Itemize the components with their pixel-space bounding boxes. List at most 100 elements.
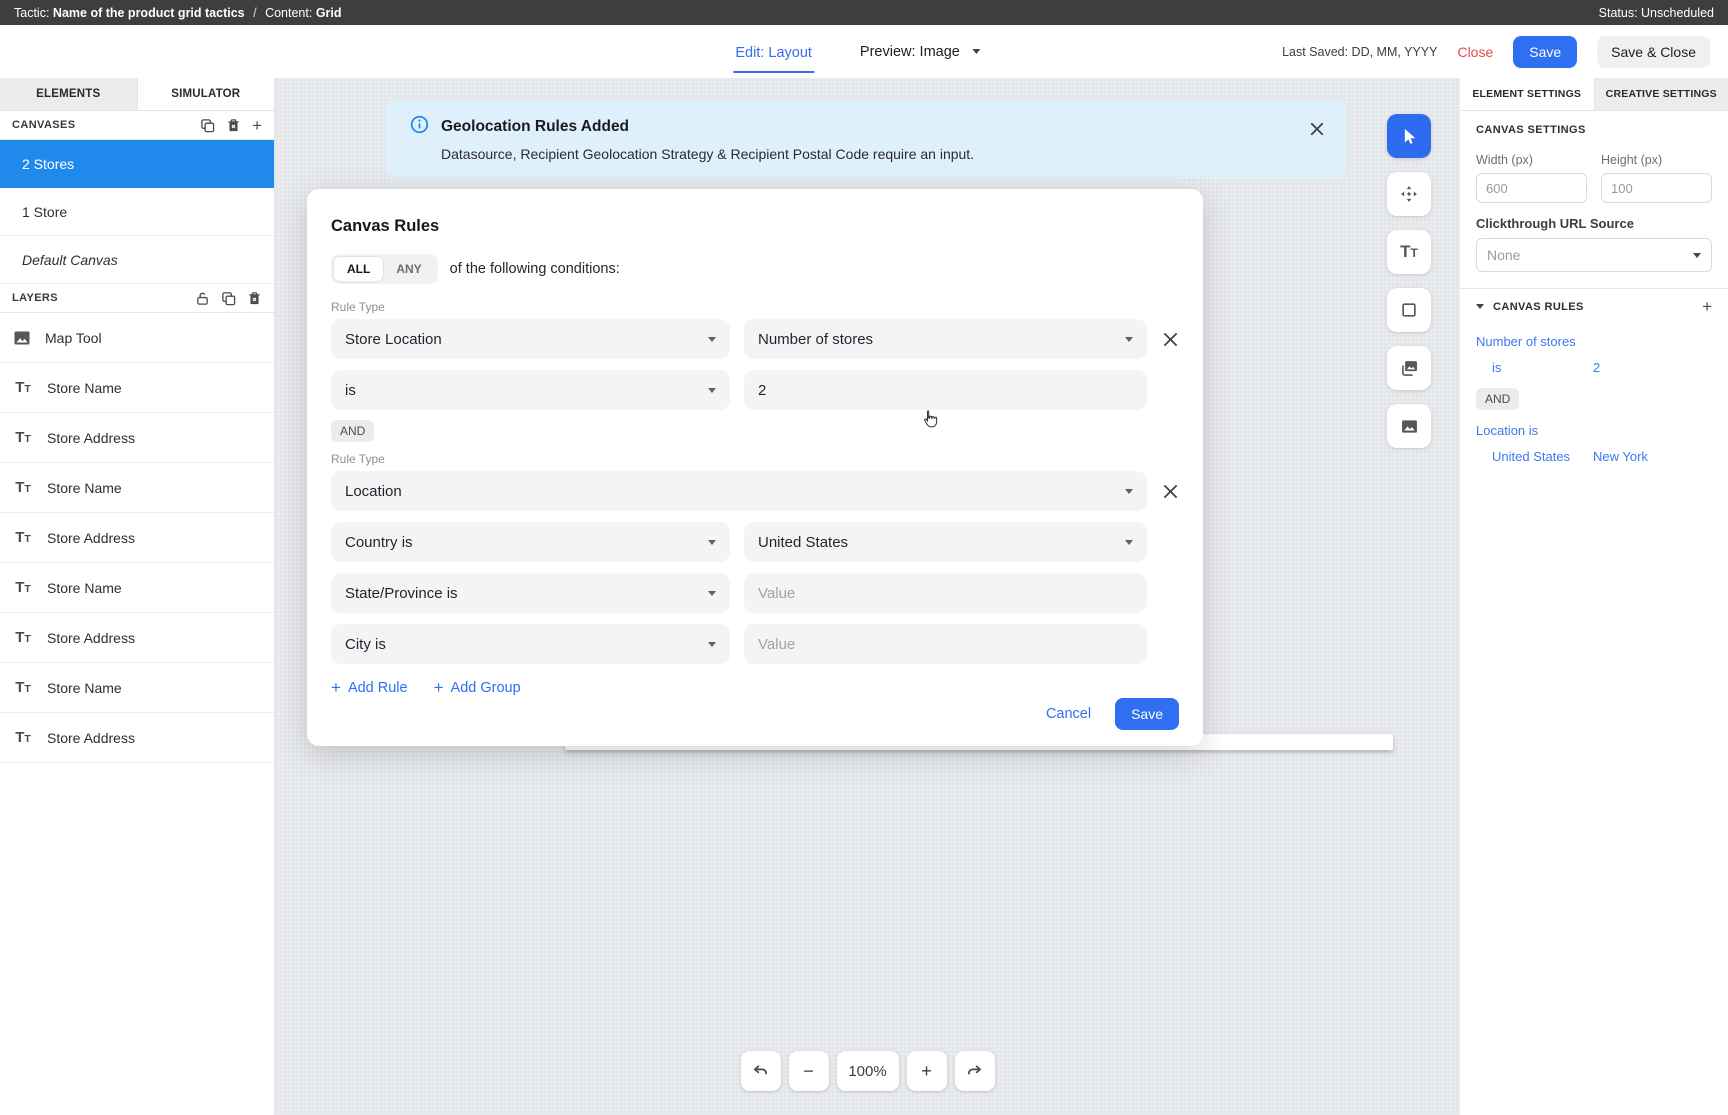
add-group-button[interactable]: + Add Group bbox=[434, 678, 521, 698]
chevron-down-icon bbox=[1693, 252, 1701, 258]
tactic-label: Tactic: bbox=[14, 5, 50, 20]
save-button[interactable]: Save bbox=[1513, 35, 1578, 68]
image-layers-icon bbox=[1401, 360, 1417, 376]
add-canvas-rule-icon[interactable]: + bbox=[1702, 298, 1712, 315]
banner-close-icon[interactable] bbox=[1310, 122, 1324, 136]
city-operator-dropdown[interactable]: City is bbox=[331, 624, 730, 664]
height-input[interactable] bbox=[1601, 173, 1712, 203]
zoom-in-button[interactable]: + bbox=[906, 1051, 947, 1091]
text-tool-button[interactable]: TT bbox=[1387, 230, 1431, 274]
redo-icon bbox=[968, 1064, 981, 1075]
layer-item-store-address[interactable]: TT Store Address bbox=[0, 513, 274, 563]
conjunction-badge: AND bbox=[1476, 388, 1520, 410]
zoom-level[interactable]: 100% bbox=[836, 1051, 899, 1091]
layers-title: LAYERS bbox=[12, 292, 59, 304]
cursor-icon bbox=[1404, 128, 1416, 144]
duplicate-canvas-icon[interactable] bbox=[200, 118, 215, 133]
rule1-type-dropdown[interactable]: Store Location bbox=[331, 319, 730, 359]
delete-layer-icon[interactable] bbox=[247, 291, 262, 306]
remove-rule2-icon[interactable] bbox=[1161, 477, 1179, 505]
state-operator-dropdown[interactable]: State/Province is bbox=[331, 573, 730, 613]
breadcrumb-separator: / bbox=[253, 5, 257, 20]
modal-save-button[interactable]: Save bbox=[1115, 698, 1179, 730]
canvas-item-2-stores[interactable]: 2 Stores bbox=[0, 140, 274, 188]
canvas-rules-title: CANVAS RULES bbox=[1493, 300, 1584, 313]
rule-summary-state[interactable]: New York bbox=[1593, 449, 1712, 464]
tab-edit-layout[interactable]: Edit: Layout bbox=[733, 31, 814, 73]
tab-creative-settings[interactable]: CREATIVE SETTINGS bbox=[1593, 78, 1728, 110]
select-tool-button[interactable] bbox=[1387, 114, 1431, 158]
tab-element-settings[interactable]: ELEMENT SETTINGS bbox=[1460, 78, 1594, 110]
image-tool-button[interactable] bbox=[1387, 404, 1431, 448]
undo-icon bbox=[754, 1064, 767, 1075]
match-any-option[interactable]: ANY bbox=[383, 257, 434, 281]
plus-icon: + bbox=[331, 678, 341, 697]
height-label: Height (px) bbox=[1601, 153, 1663, 167]
tab-simulator[interactable]: SIMULATOR bbox=[138, 78, 275, 110]
width-input[interactable] bbox=[1476, 173, 1587, 203]
country-operator-dropdown[interactable]: Country is bbox=[331, 522, 730, 562]
layer-item-store-name[interactable]: TT Store Name bbox=[0, 363, 274, 413]
save-and-close-button[interactable]: Save & Close bbox=[1597, 35, 1710, 68]
right-settings-panel: ELEMENT SETTINGS CREATIVE SETTINGS CANVA… bbox=[1460, 78, 1728, 1115]
image-layers-tool-button[interactable] bbox=[1387, 346, 1431, 390]
add-canvas-icon[interactable]: + bbox=[252, 117, 262, 134]
add-rule-button[interactable]: + Add Rule bbox=[331, 678, 408, 698]
tab-elements[interactable]: ELEMENTS bbox=[0, 78, 138, 110]
canvases-title: CANVASES bbox=[12, 119, 76, 131]
rule-summary-field[interactable]: Location is bbox=[1476, 423, 1712, 438]
last-saved-text: Last Saved: DD, MM, YYYY bbox=[1282, 44, 1438, 59]
canvas-item-1-store[interactable]: 1 Store bbox=[0, 188, 274, 236]
match-all-option[interactable]: ALL bbox=[334, 257, 384, 281]
rule1-field-dropdown[interactable]: Number of stores bbox=[744, 319, 1147, 359]
city-value-input[interactable] bbox=[744, 624, 1147, 664]
chevron-down-icon bbox=[971, 49, 980, 54]
clickthrough-select[interactable]: None bbox=[1476, 238, 1712, 272]
cancel-button[interactable]: Cancel bbox=[1046, 706, 1091, 722]
text-layer-icon: TT bbox=[15, 429, 31, 446]
header: Edit: Layout Preview: Image Last Saved: … bbox=[0, 25, 1728, 78]
layer-item-store-address[interactable]: TT Store Address bbox=[0, 413, 274, 463]
rule-summary-field[interactable]: Number of stores bbox=[1476, 334, 1712, 349]
chevron-down-icon bbox=[708, 539, 716, 545]
state-value-input[interactable] bbox=[744, 573, 1147, 613]
layer-label: Store Address bbox=[47, 729, 135, 746]
layer-item-store-address[interactable]: TT Store Address bbox=[0, 613, 274, 663]
close-button[interactable]: Close bbox=[1457, 44, 1493, 60]
layer-label: Store Name bbox=[47, 379, 122, 396]
rectangle-tool-button[interactable] bbox=[1387, 288, 1431, 332]
country-value-dropdown[interactable]: United States bbox=[744, 522, 1147, 562]
layer-label: Store Address bbox=[47, 529, 135, 546]
zoom-out-button[interactable]: − bbox=[788, 1051, 829, 1091]
rule1-operator-dropdown[interactable]: is bbox=[331, 370, 730, 410]
canvas-rules-section-header[interactable]: CANVAS RULES + bbox=[1460, 288, 1728, 324]
canvas-item-default[interactable]: Default Canvas bbox=[0, 236, 274, 284]
delete-canvas-icon[interactable] bbox=[226, 118, 241, 133]
layer-label: Store Name bbox=[47, 579, 122, 596]
chevron-down-icon bbox=[708, 590, 716, 596]
geolocation-banner: Geolocation Rules Added Datasource, Reci… bbox=[386, 100, 1346, 178]
preview-dropdown[interactable]: Preview: Image bbox=[860, 44, 980, 60]
move-icon bbox=[1401, 186, 1417, 202]
move-tool-button[interactable] bbox=[1387, 172, 1431, 216]
layer-item-store-name[interactable]: TT Store Name bbox=[0, 463, 274, 513]
remove-rule1-icon[interactable] bbox=[1161, 325, 1179, 353]
layer-item-store-address[interactable]: TT Store Address bbox=[0, 713, 274, 763]
match-mode-segmented-control: ALL ANY bbox=[331, 254, 438, 284]
rule-summary-country[interactable]: United States bbox=[1492, 449, 1593, 464]
lock-layer-icon[interactable] bbox=[195, 291, 210, 306]
rule2-type-dropdown[interactable]: Location bbox=[331, 471, 1147, 511]
redo-button[interactable] bbox=[954, 1051, 995, 1091]
rule-summary-operator[interactable]: is bbox=[1492, 360, 1593, 375]
duplicate-layer-icon[interactable] bbox=[221, 291, 236, 306]
modal-title: Canvas Rules bbox=[331, 217, 440, 235]
layer-item-store-name[interactable]: TT Store Name bbox=[0, 663, 274, 713]
canvases-section-header: CANVASES + bbox=[0, 111, 274, 140]
chevron-down-icon bbox=[708, 387, 716, 393]
text-layer-icon: TT bbox=[15, 579, 31, 596]
layer-item-map-tool[interactable]: Map Tool bbox=[0, 313, 274, 363]
rule-summary-value[interactable]: 2 bbox=[1593, 360, 1712, 375]
undo-button[interactable] bbox=[740, 1051, 781, 1091]
layer-item-store-name[interactable]: TT Store Name bbox=[0, 563, 274, 613]
rule1-value-input[interactable] bbox=[744, 370, 1147, 410]
